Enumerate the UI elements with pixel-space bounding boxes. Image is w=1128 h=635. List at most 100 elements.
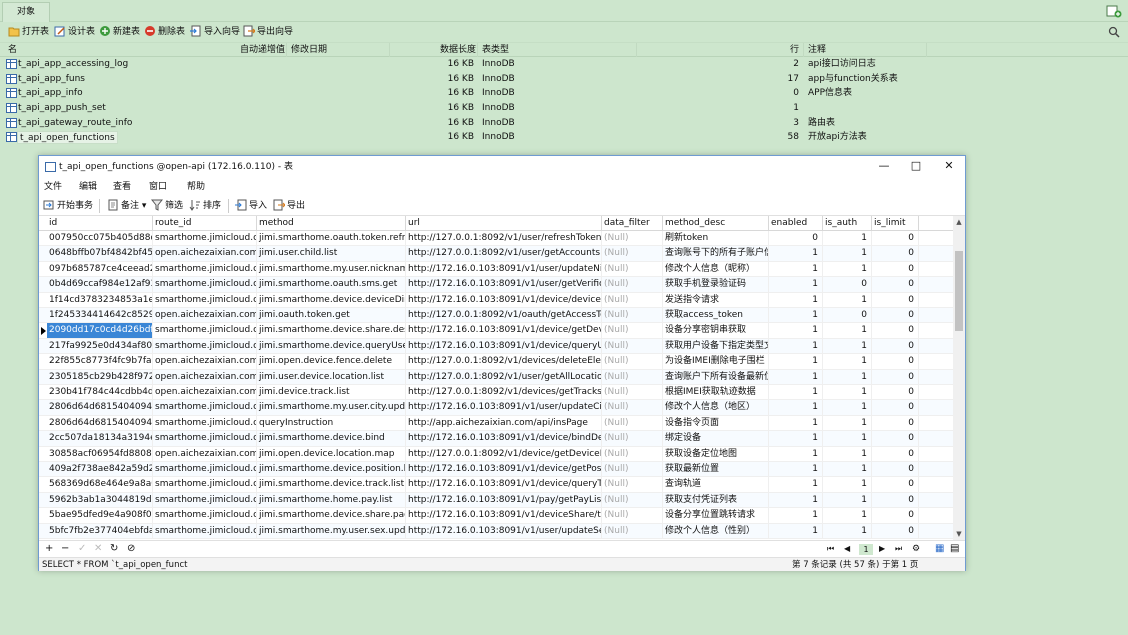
cell-id[interactable]: 1f14cd3783234853a1e39 [47,292,153,308]
header-table-type[interactable]: 表类型 [482,44,509,56]
cell-method[interactable]: jimi.smarthome.device.track.list [257,477,406,493]
import-wizard-button[interactable]: 导入向导 [190,25,240,39]
search-icon[interactable] [1108,26,1120,38]
cell-data-filter[interactable]: (Null) [602,508,663,524]
cell-is-auth[interactable]: 1 [823,261,872,277]
cell-route-id[interactable]: smarthome.jimicloud.com [153,492,257,508]
table-row[interactable]: 2305185cb29b428f97268open.aichezaixian.c… [39,369,953,385]
cell-enabled[interactable]: 1 [769,523,823,539]
cell-method[interactable]: jimi.smarthome.device.queryUserFile [257,338,406,354]
import-button[interactable]: 导入 [235,199,267,212]
cell-is-limit[interactable]: 0 [872,446,919,462]
cell-data-filter[interactable]: (Null) [602,292,663,308]
cell-method-desc[interactable]: 查询账户下所有设备最新位置 [663,369,769,385]
header-auto-increment[interactable]: 自动递增值 [240,44,285,56]
cell-method[interactable]: queryInstruction [257,415,406,431]
last-page-icon[interactable]: ⏭ [895,543,902,555]
cell-id[interactable]: 2090dd17c0cd4d26bdf5a [47,323,153,339]
cell-id[interactable]: 5bfc7fb2e377404ebfdac8 [47,523,153,539]
column-header-url[interactable]: url [406,216,602,231]
cell-is-auth[interactable]: 0 [823,277,872,293]
cell-is-limit[interactable]: 0 [872,246,919,262]
cell-id[interactable]: 2806d64d6815404094631 [47,400,153,416]
cell-method[interactable]: jimi.smarthome.my.user.city.update [257,400,406,416]
cell-method-desc[interactable]: 获取用户设备下指定类型文件 [663,338,769,354]
previous-page-icon[interactable]: ◀ [844,543,850,555]
page-number[interactable]: 1 [859,544,873,555]
cell-method-desc[interactable]: 为设备IMEI删除电子围栏 [663,354,769,370]
cell-url[interactable]: http://127.0.0.1:8092/v1/user/getAllLoca… [406,369,602,385]
cell-enabled[interactable]: 1 [769,323,823,339]
cell-is-limit[interactable]: 0 [872,261,919,277]
scroll-down-icon[interactable]: ▼ [955,530,963,538]
cell-method-desc[interactable]: 根据IMEI获取轨迹数据 [663,385,769,400]
tab-objects[interactable]: 对象 [2,2,50,22]
cell-route-id[interactable]: smarthome.jimicloud.com [153,508,257,524]
menu-view[interactable]: 查看 [113,181,131,193]
cell-enabled[interactable]: 1 [769,508,823,524]
cell-url[interactable]: http://127.0.0.1:8092/v1/user/getAccount… [406,246,602,262]
cell-url[interactable]: http://172.16.0.103:8091/v1/user/getVeri… [406,277,602,293]
cell-route-id[interactable]: open.aichezaixian.com [153,246,257,262]
data-grid[interactable]: id route_id method url data_filter method_des… [39,216,953,540]
cell-url[interactable]: http://172.16.0.103:8091/v1/pay/getPayLi… [406,492,602,508]
menu-window[interactable]: 窗口 [149,181,167,193]
cell-method[interactable]: jimi.device.track.list [257,385,406,400]
cell-is-auth[interactable]: 1 [823,523,872,539]
cell-enabled[interactable]: 0 [769,231,823,246]
cell-data-filter[interactable]: (Null) [602,431,663,447]
cell-route-id[interactable]: open.aichezaixian.com [153,308,257,323]
table-row[interactable]: 1f245334414642c852943open.aichezaixian.c… [39,308,953,324]
table-row[interactable]: 5bae95dfed9e4a908f0b3 smarthome.jimicloud… [39,508,953,524]
cell-url[interactable]: http://127.0.0.1:8092/v1/device/getDevic… [406,446,602,462]
add-record-icon[interactable]: + [45,543,53,555]
cell-method-desc[interactable]: 设备分享位置跳转请求 [663,508,769,524]
table-object-row-selected[interactable]: t_api_open_functions 16 KB InnoDB 58 开放a… [0,130,1128,145]
cell-data-filter[interactable]: (Null) [602,385,663,400]
header-data-length[interactable]: 数据长度 [440,44,476,56]
cell-data-filter[interactable]: (Null) [602,246,663,262]
table-row[interactable]: 409a2f738ae842a59d29bsmarthome.jimicloud… [39,462,953,478]
cell-method[interactable]: jimi.smarthome.oauth.sms.get [257,277,406,293]
cell-method-desc[interactable]: 获取设备定位地图 [663,446,769,462]
cell-data-filter[interactable]: (Null) [602,415,663,431]
open-table-button[interactable]: 打开表 [8,25,49,39]
cell-route-id[interactable]: smarthome.jimicloud.com [153,277,257,293]
cell-method[interactable]: jimi.open.device.fence.delete [257,354,406,370]
cell-route-id[interactable]: smarthome.jimicloud.com [153,292,257,308]
cell-id[interactable]: 2cc507da18134a3194e92 [47,431,153,447]
table-object-row[interactable]: t_api_app_info 16 KB InnoDB 0 APP信息表 [0,86,1128,101]
cell-url[interactable]: http://172.16.0.103:8091/v1/user/updateS… [406,523,602,539]
table-row[interactable]: 568369d68e464e9a8a04esmarthome.jimicloud… [39,477,953,493]
cell-data-filter[interactable]: (Null) [602,400,663,416]
header-modified-date[interactable]: 修改日期 [291,44,327,56]
table-row[interactable]: 2806d64d6815404094631smarthome.jimicloud… [39,400,953,416]
cell-id[interactable]: 0648bffb07bf4842bf4581 [47,246,153,262]
discard-changes-icon[interactable]: ✕ [94,543,102,555]
table-object-row[interactable]: t_api_app_funs 16 KB InnoDB 17 app与funct… [0,72,1128,87]
cell-enabled[interactable]: 1 [769,431,823,447]
cell-is-auth[interactable]: 1 [823,492,872,508]
cell-route-id[interactable]: smarthome.jimicloud.com [153,400,257,416]
cell-id[interactable]: 0b4d69ccaf984e12af93d4 [47,277,153,293]
cell-is-limit[interactable]: 0 [872,462,919,477]
cell-enabled[interactable]: 1 [769,400,823,416]
cell-route-id[interactable]: open.aichezaixian.com [153,446,257,462]
cell-url[interactable]: http://172.16.0.103:8091/v1/user/updateN… [406,261,602,277]
grid-view-icon[interactable]: ▦ [935,543,944,555]
cell-enabled[interactable]: 1 [769,369,823,385]
cell-is-auth[interactable]: 1 [823,323,872,339]
cell-id[interactable]: 007950cc075b405d88d26 [47,231,153,246]
table-row[interactable]: 007950cc075b405d88d26smarthome.jimicloud… [39,231,953,247]
cell-method-desc[interactable]: 修改个人信息（昵称） [663,261,769,277]
export-wizard-button[interactable]: 导出向导 [243,25,293,39]
window-titlebar[interactable]: t_api_open_functions @open-api (172.16.0… [39,156,965,178]
cell-is-auth[interactable]: 1 [823,508,872,524]
begin-transaction-button[interactable]: 开始事务 [43,200,93,212]
cell-is-auth[interactable]: 1 [823,477,872,493]
cell-id[interactable]: 568369d68e464e9a8a04e [47,477,153,493]
cell-is-auth[interactable]: 1 [823,385,872,400]
cell-data-filter[interactable]: (Null) [602,477,663,493]
cell-url[interactable]: http://172.16.0.103:8091/v1/device/bindD… [406,431,602,447]
cell-url[interactable]: http://172.16.0.103:8091/v1/deviceShare/… [406,508,602,524]
